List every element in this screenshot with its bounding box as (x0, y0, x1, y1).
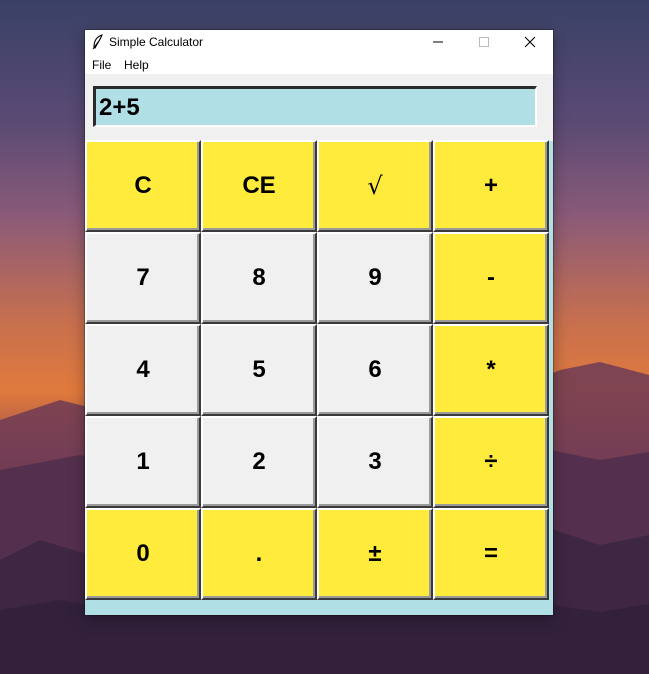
five-button[interactable]: 5 (201, 324, 317, 416)
add-button[interactable]: + (433, 140, 549, 232)
decimal-button[interactable]: . (201, 508, 317, 600)
calculator-body: 2+5 C CE √ + 7 8 9 - 4 5 6 * 1 2 3 ÷ 0 .… (85, 74, 553, 615)
divide-button[interactable]: ÷ (433, 416, 549, 508)
one-button[interactable]: 1 (85, 416, 201, 508)
subtract-button[interactable]: - (433, 232, 549, 324)
minimize-button[interactable] (415, 30, 461, 54)
two-button[interactable]: 2 (201, 416, 317, 508)
eight-button[interactable]: 8 (201, 232, 317, 324)
seven-button[interactable]: 7 (85, 232, 201, 324)
display-entry[interactable]: 2+5 (93, 86, 537, 127)
feather-icon (92, 34, 103, 50)
multiply-button[interactable]: * (433, 324, 549, 416)
display-frame: 2+5 (85, 74, 553, 141)
six-button[interactable]: 6 (317, 324, 433, 416)
calculator-window: Simple Calculator File Help 2+5 C CE √ +… (85, 30, 553, 615)
nine-button[interactable]: 9 (317, 232, 433, 324)
menu-help[interactable]: Help (124, 58, 149, 72)
clear-button[interactable]: C (85, 140, 201, 232)
bottom-strip (85, 601, 553, 615)
menu-file[interactable]: File (92, 58, 111, 72)
menu-bar: File Help (85, 54, 553, 74)
plus-minus-button[interactable]: ± (317, 508, 433, 600)
clear-entry-button[interactable]: CE (201, 140, 317, 232)
four-button[interactable]: 4 (85, 324, 201, 416)
zero-button[interactable]: 0 (85, 508, 201, 600)
title-bar[interactable]: Simple Calculator (85, 30, 553, 54)
close-button[interactable] (507, 30, 553, 54)
three-button[interactable]: 3 (317, 416, 433, 508)
keypad: C CE √ + 7 8 9 - 4 5 6 * 1 2 3 ÷ 0 . ± = (85, 140, 553, 600)
sqrt-button[interactable]: √ (317, 140, 433, 232)
window-title: Simple Calculator (109, 35, 204, 49)
equals-button[interactable]: = (433, 508, 549, 600)
maximize-button[interactable] (461, 30, 507, 54)
